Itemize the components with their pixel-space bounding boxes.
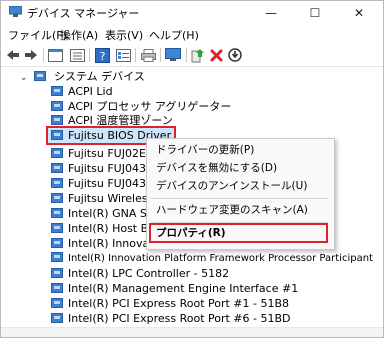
chevron-down-icon[interactable]: ⌄ <box>20 71 30 86</box>
device-icon <box>51 298 63 308</box>
device-label: Intel(R) PCI Express Root Port #1 - 51B8 <box>68 297 290 310</box>
context-uninstall-device[interactable]: デバイスのアンインストール(U) <box>156 178 307 195</box>
device-label: Intel(R) PCI Express Root Port #6 - 51BD <box>68 312 291 325</box>
menu-view[interactable]: 表示(V) <box>105 27 143 43</box>
context-disable-device[interactable]: デバイスを無効にする(D) <box>156 160 277 177</box>
device-icon <box>51 223 63 233</box>
device-icon <box>51 252 63 262</box>
toolbar: ? <box>1 44 383 67</box>
list-view-icon[interactable] <box>69 47 85 63</box>
device-label: Intel(R) Innovation Platform Framework P… <box>68 253 373 264</box>
system-devices-icon <box>33 71 46 81</box>
device-icon <box>51 115 63 125</box>
toolbar-separator <box>43 48 44 62</box>
device-manager-app-icon <box>9 6 22 17</box>
tree-device-item[interactable]: ACPI プロセッサ アグリゲーター <box>51 99 231 114</box>
tree-device-item[interactable]: Intel(R) PCI Express Root Port #1 - 51B8 <box>51 296 289 311</box>
tree-category-system-devices[interactable]: ⌄ システム デバイス <box>20 69 145 84</box>
device-label: Intel(R) LPC Controller - 5182 <box>68 267 230 280</box>
device-icon <box>51 178 63 188</box>
context-scan-hardware[interactable]: ハードウェア変更のスキャン(A) <box>156 202 308 219</box>
device-icon <box>51 208 63 218</box>
close-button[interactable]: ✕ <box>337 1 381 24</box>
toolbar-separator <box>135 48 136 62</box>
context-menu: ドライバーの更新(P) デバイスを無効にする(D) デバイスのアンインストール(… <box>146 138 335 250</box>
device-icon <box>51 238 63 248</box>
maximize-button[interactable]: ☐ <box>293 1 337 24</box>
forward-arrow-icon[interactable] <box>23 47 39 63</box>
toolbar-separator <box>89 48 90 62</box>
device-icon <box>51 163 63 173</box>
help-icon[interactable]: ? <box>94 47 110 63</box>
context-separator <box>151 198 328 199</box>
tree-device-item[interactable]: Intel(R) PCI Express Root Port #6 - 51BD <box>51 311 291 326</box>
toolbar-separator <box>186 48 187 62</box>
tree-device-item[interactable]: Intel(R) Innovation Platform Framework P… <box>51 251 373 266</box>
window-title: デバイス マネージャー <box>27 7 140 20</box>
device-icon <box>51 268 63 278</box>
tree-device-item[interactable]: Intel(R) Management Engine Interface #1 <box>51 281 298 296</box>
device-label: ACPI 温度管理ゾーン <box>68 114 173 127</box>
uninstall-icon[interactable] <box>208 47 224 63</box>
device-label: Intel(R) Management Engine Interface #1 <box>68 282 299 295</box>
device-icon <box>51 193 63 203</box>
menu-bar: ファイル(F) 操作(A) 表示(V) ヘルプ(H) <box>1 24 383 44</box>
device-icon <box>51 313 63 323</box>
device-icon <box>51 101 63 111</box>
back-arrow-icon[interactable] <box>5 47 21 63</box>
minimize-button[interactable]: — <box>249 1 293 24</box>
device-icon <box>51 283 63 293</box>
tree-device-item[interactable]: ACPI 温度管理ゾーン <box>51 113 173 128</box>
tree-device-item[interactable]: ACPI Lid <box>51 84 113 99</box>
menu-action[interactable]: 操作(A) <box>60 27 98 43</box>
title-bar: デバイス マネージャー — ☐ ✕ <box>1 1 383 24</box>
print-icon[interactable] <box>140 47 156 63</box>
toolbar-separator <box>160 48 161 62</box>
monitor-icon[interactable] <box>165 47 181 63</box>
device-icon <box>51 130 63 140</box>
context-update-driver[interactable]: ドライバーの更新(P) <box>156 142 254 159</box>
menu-help[interactable]: ヘルプ(H) <box>149 27 199 43</box>
device-icon <box>51 148 63 158</box>
disable-icon[interactable] <box>227 47 243 63</box>
category-label: システム デバイス <box>54 70 145 83</box>
properties-icon[interactable] <box>115 47 131 63</box>
device-icon <box>51 86 63 96</box>
status-bar <box>1 327 383 337</box>
update-driver-icon[interactable] <box>190 47 206 63</box>
show-hide-tree-icon[interactable] <box>47 47 63 63</box>
device-label: ACPI Lid <box>68 85 113 98</box>
context-properties[interactable]: プロパティ(R) <box>156 225 226 242</box>
tree-device-item[interactable]: Intel(R) LPC Controller - 5182 <box>51 266 229 281</box>
device-manager-window: デバイス マネージャー — ☐ ✕ ファイル(F) 操作(A) 表示(V) ヘル… <box>0 0 384 338</box>
menu-file[interactable]: ファイル(F) <box>8 27 67 43</box>
device-label: ACPI プロセッサ アグリゲーター <box>68 100 232 113</box>
svg-text:?: ? <box>99 50 105 63</box>
